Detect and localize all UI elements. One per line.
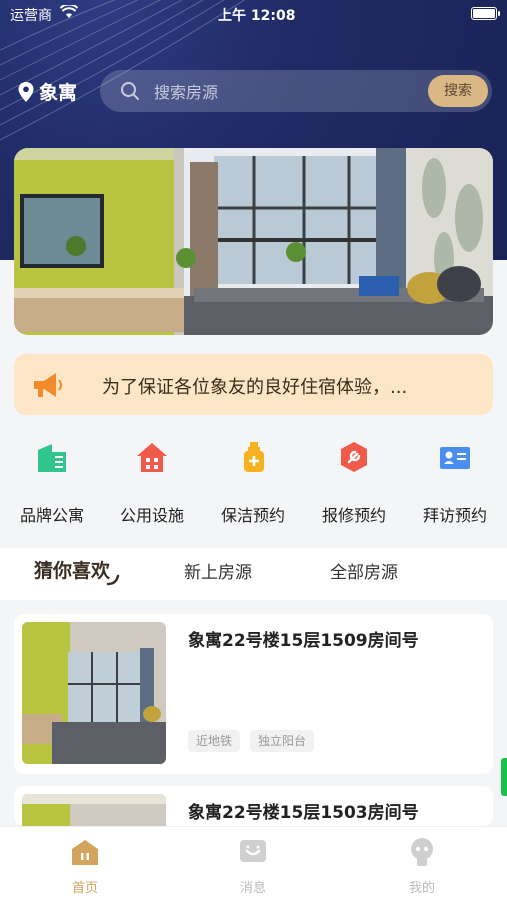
tab-label: 猜你喜欢 [34,560,111,582]
tab-label: 新上房源 [184,563,252,583]
listing-tag: 独立阳台 [250,730,315,752]
message-icon [240,840,266,862]
nav-label: 我的 [408,881,435,896]
floating-handle[interactable] [501,758,507,796]
category-repair[interactable]: 报修预约 [304,440,404,526]
category-label: 保洁预约 [220,506,285,525]
category-cleaning[interactable]: 保洁预约 [203,440,303,526]
category-public-facilities[interactable]: 公用设施 [102,440,202,526]
notice-banner[interactable]: 为了保证各位象友的良好住宿体验，... [14,354,493,415]
category-visit[interactable]: 拜访预约 [405,440,505,526]
nav-label: 首页 [71,881,98,896]
listing-card[interactable]: 象寓22号楼15层1503房间号 [14,786,493,826]
active-tab-indicator [106,574,120,586]
tab-guess-you-like[interactable]: 猜你喜欢 [34,556,120,586]
battery-icon [471,7,500,20]
notice-text: 为了保证各位象友的良好住宿体验，... [102,377,408,398]
home-icon [72,840,98,865]
listing-thumbnail [22,622,166,764]
listing-thumbnail [22,794,166,826]
tab-new-listings[interactable]: 新上房源 [184,558,252,583]
wrench-icon [341,442,367,472]
category-brand-apartments[interactable]: 品牌公寓 [2,440,102,526]
category-label: 报修预约 [321,506,386,525]
search-icon [121,82,139,100]
search-button[interactable]: 搜索 [428,75,488,107]
listing-tag: 近地铁 [188,730,241,752]
category-label: 公用设施 [119,506,184,525]
bottom-navigation: 首页 消息 我的 [0,826,507,901]
tab-label: 全部房源 [330,563,398,583]
profile-icon [411,838,433,866]
spray-bottle-icon [244,442,264,472]
status-time: 上午 12:08 [218,8,296,24]
house-icon [137,443,167,472]
category-grid: 品牌公寓 公用设施 保洁预约 报修预约 拜访预约 [0,440,507,530]
listing-tabs: 猜你喜欢 新上房源 全部房源 [0,548,507,600]
listing-title: 象寓22号楼15层1503房间号 [188,803,419,823]
wifi-icon [59,3,79,23]
category-label: 拜访预约 [422,506,487,525]
listing-card[interactable]: 象寓22号楼15层1509房间号 近地铁 独立阳台 [14,614,493,774]
location-pin-icon [18,81,34,102]
carrier-label: 运营商 [10,8,52,24]
room-photo [14,148,493,335]
building-icon [38,444,66,472]
location-selector[interactable]: 象寓 [18,78,77,105]
location-label: 象寓 [39,82,78,104]
megaphone-icon [34,373,62,397]
search-bar: 搜索 [100,70,492,112]
nav-profile[interactable]: 我的 [377,837,467,896]
nav-messages[interactable]: 消息 [208,837,298,896]
id-card-icon [440,447,470,469]
banner-image[interactable] [14,148,493,335]
category-label: 品牌公寓 [19,506,84,525]
search-input[interactable] [152,79,406,105]
nav-label: 消息 [239,881,266,896]
tab-all-listings[interactable]: 全部房源 [330,558,398,583]
status-bar: 运营商 上午 12:08 [0,0,507,28]
listing-title: 象寓22号楼15层1509房间号 [188,631,419,651]
nav-home[interactable]: 首页 [40,837,130,896]
